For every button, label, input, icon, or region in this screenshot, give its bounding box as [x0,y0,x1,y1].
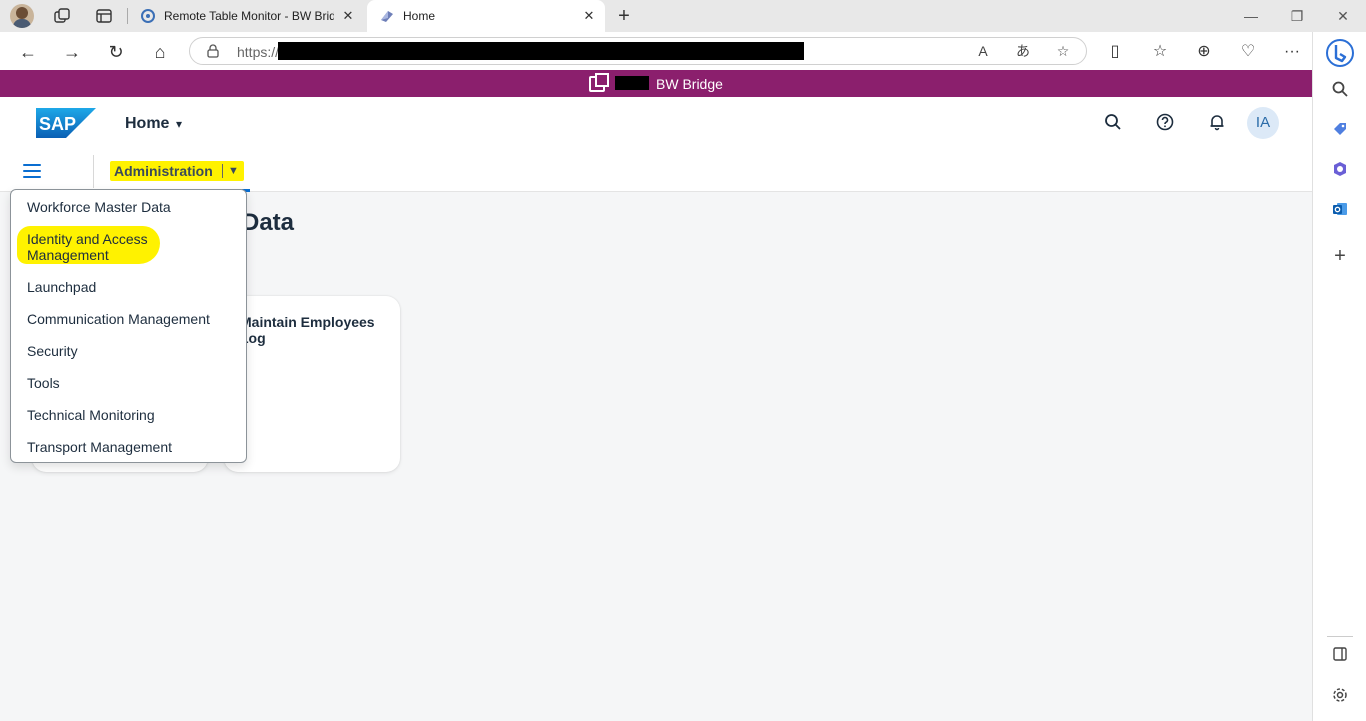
shell-bar: SAP Home ▾ IA [0,97,1312,151]
minimize-icon[interactable]: — [1241,7,1261,25]
menu-hamburger-icon[interactable] [23,164,41,178]
new-tab-button[interactable]: + [614,4,634,28]
more-icon[interactable]: ··· [1281,41,1303,63]
back-icon[interactable]: ← [17,41,39,63]
tab-home[interactable]: Home ✕ [367,0,605,32]
shell-title[interactable]: Home [125,115,169,133]
search-icon[interactable] [1328,80,1352,104]
redacted-system-id [615,76,649,90]
system-info-bar: BW Bridge [0,70,1312,97]
menu-item-tools[interactable]: Tools [11,366,246,398]
divider [93,155,94,188]
collections-icon[interactable]: ⊕ [1193,41,1215,63]
settings-icon[interactable] [1328,686,1352,710]
system-name: BW Bridge [656,76,723,92]
help-icon[interactable] [1154,113,1176,135]
app-tile-maintain-employees-log[interactable]: Maintain Employees Log [224,296,400,472]
sidebar-separator [1327,636,1353,637]
sidebar-toggle-icon[interactable] [1328,646,1352,670]
profile-avatar[interactable] [10,4,34,28]
close-tab-icon[interactable]: ✕ [340,8,356,24]
forward-icon[interactable]: → [61,41,83,63]
sap-logo-text: SAP [39,114,76,134]
favorites-icon[interactable]: ☆ [1149,41,1171,63]
menu-item-workforce-master-data[interactable]: Workforce Master Data [11,190,246,222]
close-tab-icon[interactable]: ✕ [581,8,597,24]
menu-item-security[interactable]: Security [11,334,246,366]
window-close-icon[interactable]: ✕ [1333,7,1353,25]
performance-icon[interactable]: ♡ [1237,41,1259,63]
lock-icon[interactable] [206,44,220,58]
chevron-down-icon[interactable]: ▼ [228,162,239,180]
space-label: Administration [114,163,213,179]
refresh-icon[interactable]: ↻ [105,41,127,63]
system-icon [589,73,609,92]
read-aloud-icon[interactable]: A [973,42,993,60]
url-field[interactable]: https:// A あ ☆ [189,37,1087,65]
tab-remote-table-monitor[interactable]: Remote Table Monitor - BW Bridge ✕ [128,0,364,32]
workspaces-icon[interactable] [53,7,71,25]
bing-icon[interactable] [1325,38,1355,68]
sap-datasphere-favicon-icon [140,8,156,24]
search-icon[interactable] [1102,113,1124,135]
add-icon[interactable]: + [1328,244,1352,268]
space-selector-administration[interactable]: Administration ▼ [110,161,244,181]
tab-actions-icon[interactable] [95,7,113,25]
menu-item-launchpad[interactable]: Launchpad [11,270,246,302]
outlook-icon[interactable] [1328,200,1352,224]
space-pages-menu: Workforce Master Data Identity and Acces… [10,189,247,463]
shopping-icon[interactable] [1328,120,1352,144]
tab-title: Home [403,9,436,23]
browser-tab-bar: Remote Table Monitor - BW Bridge ✕ Home … [0,0,1366,32]
divider [222,164,223,178]
space-navigation-bar: Administration ▼ [0,151,1312,192]
notifications-bell-icon[interactable] [1206,113,1228,135]
tab-title: Remote Table Monitor - BW Bridge [164,9,334,23]
tile-title: Maintain Employees Log [240,314,375,346]
sap-favicon-icon [379,8,395,24]
translate-icon[interactable]: あ [1013,42,1033,60]
restore-icon[interactable]: ❐ [1287,7,1307,25]
edge-sidebar: + [1312,32,1366,721]
split-screen-icon[interactable]: ▯ [1104,41,1126,63]
url-text: https:// [237,44,280,60]
menu-item-transport-management[interactable]: Transport Management [11,430,246,462]
menu-item-communication-management[interactable]: Communication Management [11,302,246,334]
menu-item-technical-monitoring[interactable]: Technical Monitoring [11,398,246,430]
sap-logo[interactable]: SAP [36,108,96,138]
menu-item-identity-and-access-management[interactable]: Identity and Access Management [11,222,246,270]
redacted-url [278,42,804,60]
user-avatar[interactable]: IA [1247,107,1279,139]
favorite-star-icon[interactable]: ☆ [1053,42,1073,60]
office-icon[interactable] [1328,160,1352,184]
home-icon[interactable]: ⌂ [149,41,171,63]
address-bar: ← → ↻ ⌂ https:// A あ ☆ ▯ ☆ ⊕ ♡ ··· [0,32,1312,70]
chevron-down-icon[interactable]: ▾ [176,115,182,133]
